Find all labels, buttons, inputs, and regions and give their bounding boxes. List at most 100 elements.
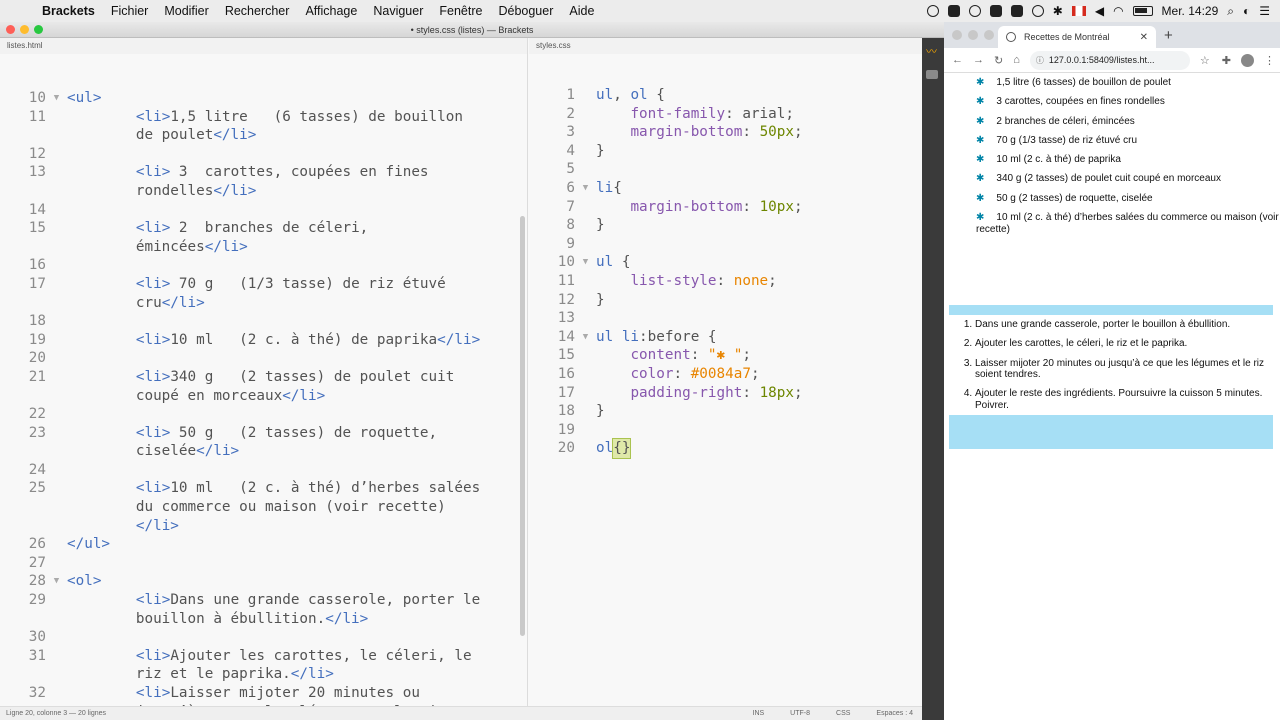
wifi-icon[interactable]: ◠ xyxy=(1113,4,1123,18)
html-code-line[interactable]: de poulet </li> xyxy=(0,126,527,145)
close-window-button[interactable] xyxy=(6,25,15,34)
code-editor-css[interactable]: 1 ul, ol {2 font-family: arial; 3 margin-b… xyxy=(529,86,923,459)
browser-minimize-button[interactable] xyxy=(968,30,978,40)
home-icon[interactable]: ⌂ xyxy=(1013,54,1020,66)
new-tab-button[interactable]: + xyxy=(1164,27,1173,44)
pane-filename-right[interactable]: styles.css xyxy=(529,38,923,54)
code-editor-html[interactable]: 10 ▼ <ul> 11 <li> 1,5 litre (6 tasses) de bo… xyxy=(0,89,527,720)
html-code-line[interactable]: 22 xyxy=(0,405,527,424)
fold-arrow-icon[interactable]: ▼ xyxy=(46,89,67,108)
html-code-line[interactable]: 23 <li> 50 g (2 tasses) de roquette, xyxy=(0,424,527,443)
html-code-line[interactable]: 13 <li> 3 carottes, coupées en fines xyxy=(0,163,527,182)
profile-avatar[interactable] xyxy=(1240,53,1254,67)
html-code-line[interactable]: 14 xyxy=(0,201,527,220)
search-icon[interactable]: ⌕ xyxy=(1227,4,1234,19)
control-center-icon[interactable]: ◐ xyxy=(1243,4,1250,18)
html-code-line[interactable]: 15 <li> 2 branches de céleri, xyxy=(0,219,527,238)
css-code-line[interactable]: 5 xyxy=(529,160,923,179)
browser-close-button[interactable] xyxy=(952,30,962,40)
html-code-line[interactable]: 31 <li> Ajouter les carottes, le céleri, … xyxy=(0,647,527,666)
volume-icon[interactable]: ◀ xyxy=(1095,4,1104,18)
css-code-line[interactable]: 14 ▼ ul li:before { xyxy=(529,328,923,347)
css-code-line[interactable]: 6 ▼ li{ xyxy=(529,179,923,198)
html-code-line[interactable]: </li> xyxy=(0,517,527,536)
insert-mode[interactable]: INS xyxy=(753,710,765,717)
css-code-line[interactable]: 20 ol{} xyxy=(529,438,923,459)
menu-naviguer[interactable]: Naviguer xyxy=(365,4,431,18)
clock[interactable]: Mer. 14:29 xyxy=(1162,4,1219,18)
css-code-line[interactable]: 18} xyxy=(529,402,923,421)
html-code-line[interactable]: coupé en morceaux </li> xyxy=(0,387,527,406)
html-code-line[interactable]: 25 <li> 10 ml (2 c. à thé) d’herbes salée… xyxy=(0,479,527,498)
bookmark-star-icon[interactable]: ☆ xyxy=(1200,54,1210,67)
html-code-line[interactable]: 30 xyxy=(0,628,527,647)
html-code-line[interactable]: émincées </li> xyxy=(0,238,527,257)
timer-icon[interactable] xyxy=(1031,5,1044,17)
css-code-line[interactable]: 1 ul, ol { xyxy=(529,86,923,105)
extension-manager-icon[interactable] xyxy=(926,70,938,79)
reload-icon[interactable]: ↻ xyxy=(994,54,1003,67)
menu-deboguer[interactable]: Déboguer xyxy=(490,4,561,18)
menu-affichage[interactable]: Affichage xyxy=(297,4,365,18)
html-code-line[interactable]: 17 <li> 70 g (1/3 tasse) de riz étuvé xyxy=(0,275,527,294)
html-code-line[interactable]: 18 xyxy=(0,312,527,331)
html-code-line[interactable]: cru </li> xyxy=(0,294,527,313)
shield-icon[interactable] xyxy=(989,5,1002,17)
css-code-line[interactable]: 11 list-style: none; xyxy=(529,272,923,291)
html-code-line[interactable]: rondelles </li> xyxy=(0,182,527,201)
html-code-line[interactable]: 29 <li> Dans une grande casserole, porter… xyxy=(0,591,527,610)
html-code-line[interactable]: 32 <li> Laisser mijoter 20 minutes ou xyxy=(0,684,527,703)
html-code-line[interactable]: bouillon à ébullition. </li> xyxy=(0,610,527,629)
html-code-line[interactable]: 24 xyxy=(0,461,527,480)
menu-app-brackets[interactable]: Brackets xyxy=(34,4,103,18)
html-code-line[interactable]: riz et le paprika. </li> xyxy=(0,665,527,684)
css-code-line[interactable]: 13 xyxy=(529,309,923,328)
browser-zoom-button[interactable] xyxy=(984,30,994,40)
css-code-line[interactable]: 16 color: #0084a7; xyxy=(529,365,923,384)
html-code-line[interactable]: 16 xyxy=(0,256,527,275)
menu-fenetre[interactable]: Fenêtre xyxy=(431,4,490,18)
battery-icon[interactable] xyxy=(1132,6,1153,16)
css-code-line[interactable]: 7 margin-bottom: 10px; xyxy=(529,198,923,217)
html-code-line[interactable]: 11 <li> 1,5 litre (6 tasses) de bouillon xyxy=(0,108,527,127)
minimize-window-button[interactable] xyxy=(20,25,29,34)
html-code-line[interactable]: ciselée </li> xyxy=(0,442,527,461)
keyboard-flag-icon[interactable] xyxy=(1071,6,1086,16)
css-code-line[interactable]: 8} xyxy=(529,216,923,235)
menu-aide[interactable]: Aide xyxy=(561,4,602,18)
html-code-line[interactable]: 27 xyxy=(0,554,527,573)
menu-rechercher[interactable]: Rechercher xyxy=(217,4,298,18)
zoom-window-button[interactable] xyxy=(34,25,43,34)
html-code-line[interactable]: 12 xyxy=(0,145,527,164)
pane-filename-left[interactable]: listes.html xyxy=(0,38,527,54)
css-code-line[interactable]: 4} xyxy=(529,142,923,161)
site-info-icon[interactable]: ⓘ xyxy=(1036,55,1044,66)
css-code-line[interactable]: 15 content: "✱ "; xyxy=(529,346,923,365)
menu-modifier[interactable]: Modifier xyxy=(156,4,216,18)
back-icon[interactable]: ← xyxy=(952,54,963,66)
record-icon[interactable] xyxy=(926,5,939,17)
editor-pane-right[interactable]: styles.css 1 ul, ol {2 font-family: arial… xyxy=(529,38,923,720)
css-code-line[interactable]: 10 ▼ ul { xyxy=(529,253,923,272)
css-code-line[interactable]: 19 xyxy=(529,421,923,440)
forward-icon[interactable]: → xyxy=(973,54,984,66)
close-tab-icon[interactable]: ✕ xyxy=(1140,32,1148,43)
url-text[interactable]: 127.0.0.1:58409/listes.ht... xyxy=(1049,55,1155,65)
more-menu-icon[interactable]: ⋮ xyxy=(1264,54,1275,67)
css-code-line[interactable]: 9 xyxy=(529,235,923,254)
address-bar[interactable]: ⓘ 127.0.0.1:58409/listes.ht... xyxy=(1029,50,1190,70)
html-code-line[interactable]: du commerce ou maison (voir recette) xyxy=(0,498,527,517)
html-code-line[interactable]: 20 xyxy=(0,349,527,368)
html-code-line[interactable]: 21 <li> 340 g (2 tasses) de poulet cuit xyxy=(0,368,527,387)
browser-tab[interactable]: Recettes de Montréal ✕ xyxy=(998,26,1156,48)
live-preview-icon[interactable]: 〰 xyxy=(926,47,939,58)
language-select[interactable]: CSS xyxy=(836,710,850,717)
css-code-line[interactable]: 2 font-family: arial; xyxy=(529,105,923,124)
menu-list-icon[interactable]: ☰ xyxy=(1259,4,1270,18)
fold-arrow-icon[interactable]: ▼ xyxy=(575,253,596,272)
editor-scrollbar[interactable] xyxy=(520,216,525,636)
css-code-line[interactable]: 17 padding-right: 18px; xyxy=(529,384,923,403)
bluetooth-icon[interactable]: ✱ xyxy=(1053,4,1063,18)
css-code-line[interactable]: 12} xyxy=(529,291,923,310)
menu-fichier[interactable]: Fichier xyxy=(103,4,157,18)
